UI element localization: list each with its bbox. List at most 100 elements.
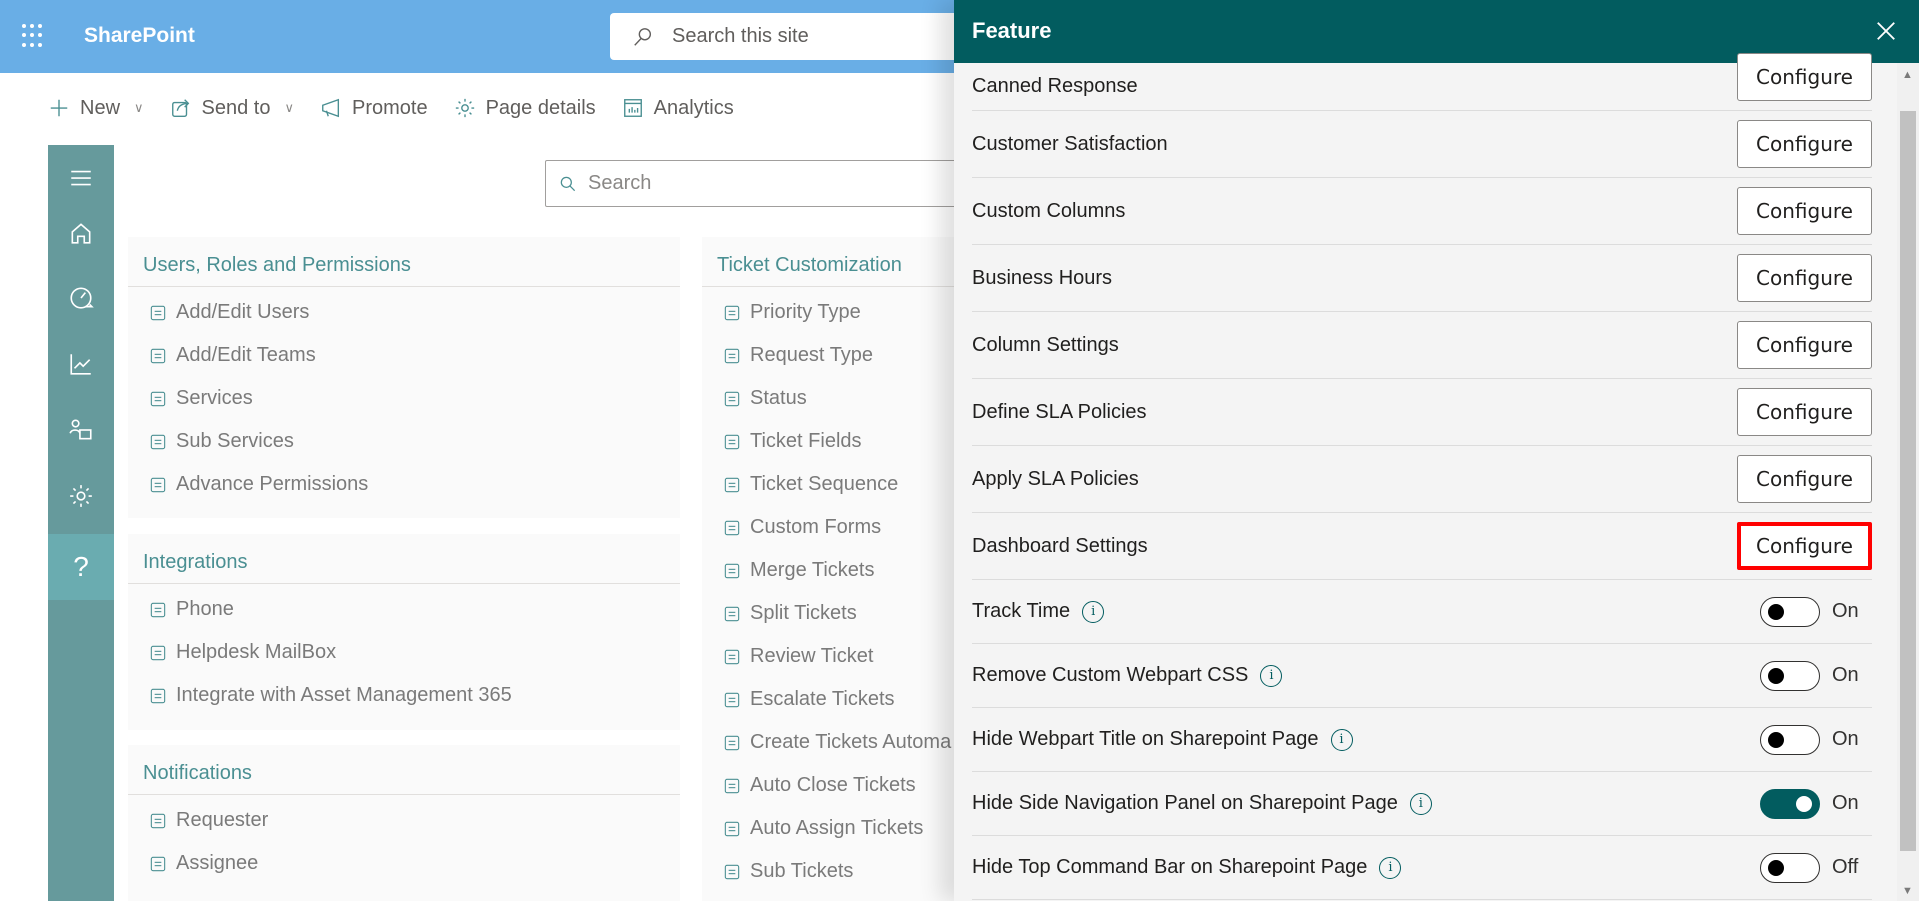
feature-row-custom-columns: Custom Columns Configure	[972, 178, 1872, 245]
item-icon	[150, 813, 166, 828]
menu-item-advance-permissions[interactable]: Advance Permissions	[148, 463, 680, 506]
toggle-knob	[1796, 795, 1812, 812]
menu-item-label: Split Tickets	[750, 602, 857, 624]
section-title: Notifications	[128, 745, 680, 795]
menu-item-priority-type[interactable]: Priority Type	[722, 291, 962, 334]
rail-dashboard[interactable]	[48, 265, 114, 331]
menu-item-phone[interactable]: Phone	[148, 588, 680, 631]
toggle-state-label: On	[1832, 792, 1859, 814]
feature-panel: Feature Canned Response Configure Customer…	[954, 0, 1919, 901]
toggle-switch[interactable]	[1760, 852, 1820, 883]
menu-item-integrate-with-asset-management-365[interactable]: Integrate with Asset Management 365	[148, 674, 680, 717]
feature-label: Business Hours	[972, 266, 1113, 289]
toggle-knob	[1768, 859, 1784, 876]
section-title: Users, Roles and Permissions	[128, 237, 680, 287]
menu-item-merge-tickets[interactable]: Merge Tickets	[722, 549, 962, 592]
menu-item-status[interactable]: Status	[722, 377, 962, 420]
menu-item-sub-tickets[interactable]: Sub Tickets	[722, 850, 962, 893]
rail-settings[interactable]	[48, 463, 114, 529]
menu-item-sub-services[interactable]: Sub Services	[148, 420, 680, 463]
info-icon[interactable]: i	[1409, 792, 1432, 815]
gear-icon	[455, 98, 474, 118]
item-icon	[150, 391, 166, 406]
toggle-switch[interactable]	[1760, 724, 1820, 755]
rail-users[interactable]	[48, 397, 114, 463]
toggle-switch[interactable]	[1760, 660, 1820, 691]
menu-item-label: Ticket Sequence	[750, 473, 899, 495]
menu-item-auto-close-tickets[interactable]: Auto Close Tickets	[722, 764, 962, 807]
menu-item-requester[interactable]: Requester	[148, 799, 680, 842]
page-details-label: Page details	[485, 96, 596, 119]
feature-label: Hide Top Command Bar on Sharepoint Page	[972, 856, 1368, 878]
menu-item-assignee[interactable]: Assignee	[148, 842, 680, 885]
menu-item-add-edit-teams[interactable]: Add/Edit Teams	[148, 334, 680, 377]
info-icon[interactable]: i	[1379, 856, 1402, 879]
menu-item-escalate-tickets[interactable]: Escalate Tickets	[722, 678, 962, 721]
rail-reports[interactable]	[48, 331, 114, 397]
promote-label: Promote	[352, 96, 428, 119]
configure-button[interactable]: Configure	[1737, 120, 1872, 168]
home-icon	[71, 223, 91, 244]
configure-button[interactable]: Configure	[1737, 254, 1872, 302]
feature-row-remove-custom-webpart-css: Remove Custom Webpart CSS i On	[972, 644, 1872, 708]
menu-item-label: Add/Edit Users	[176, 301, 310, 323]
menu-item-ticket-fields[interactable]: Ticket Fields	[722, 420, 962, 463]
toggle-switch[interactable]	[1760, 596, 1820, 627]
feature-row-dashboard-settings: Dashboard Settings Configure	[972, 513, 1872, 580]
info-icon[interactable]: i	[1330, 728, 1353, 751]
section-title: Ticket Customization	[702, 237, 962, 287]
item-icon	[150, 348, 166, 363]
item-icon	[724, 434, 740, 449]
configure-button[interactable]: Configure	[1737, 321, 1872, 369]
menu-item-label: Merge Tickets	[750, 559, 875, 581]
send-to-button[interactable]: Send to ∨	[170, 97, 294, 120]
item-icon	[150, 477, 166, 492]
menu-item-custom-forms[interactable]: Custom Forms	[722, 506, 962, 549]
feature-label: Canned Response	[972, 75, 1138, 97]
scroll-thumb[interactable]	[1900, 111, 1916, 851]
item-icon	[724, 778, 740, 793]
scroll-up-icon[interactable]: ▲	[1902, 69, 1913, 81]
rail-home[interactable]	[48, 200, 114, 266]
scroll-down-icon[interactable]: ▼	[1902, 885, 1913, 897]
item-icon	[150, 688, 166, 703]
configure-button[interactable]: Configure	[1737, 522, 1872, 570]
panel-scrollbar[interactable]: ▲ ▼	[1897, 63, 1919, 901]
toggle-knob	[1768, 603, 1784, 620]
page-details-button[interactable]: Page details	[454, 97, 596, 120]
menu-item-create-tickets-automa[interactable]: Create Tickets Automa	[722, 721, 962, 764]
info-icon[interactable]: i	[1260, 664, 1283, 687]
configure-button[interactable]: Configure	[1737, 187, 1872, 235]
settings-search-input[interactable]: Search	[545, 160, 965, 207]
menu-item-ticket-sequence[interactable]: Ticket Sequence	[722, 463, 962, 506]
new-button[interactable]: New ∨	[48, 97, 144, 120]
configure-button[interactable]: Configure	[1737, 388, 1872, 436]
feature-label: Column Settings	[972, 333, 1119, 356]
site-search-placeholder: Search this site	[672, 25, 809, 47]
analytics-button[interactable]: Analytics	[622, 97, 734, 120]
help-icon: ?	[73, 551, 89, 582]
info-icon[interactable]: i	[1082, 600, 1105, 623]
menu-item-label: Add/Edit Teams	[176, 344, 316, 366]
menu-item-services[interactable]: Services	[148, 377, 680, 420]
configure-button[interactable]: Configure	[1737, 455, 1872, 503]
item-icon	[150, 602, 166, 617]
menu-item-review-ticket[interactable]: Review Ticket	[722, 635, 962, 678]
hamburger-icon	[71, 170, 91, 186]
feature-list: Canned Response Configure Customer Satisfa…	[972, 52, 1872, 900]
close-icon[interactable]	[1875, 20, 1897, 42]
app-launcher-icon[interactable]	[22, 24, 46, 48]
promote-button[interactable]: Promote	[320, 97, 428, 120]
rail-help[interactable]: ?	[48, 534, 114, 600]
brand-name[interactable]: SharePoint	[84, 24, 195, 48]
left-nav-rail: ?	[48, 145, 114, 901]
toggle-switch[interactable]	[1760, 788, 1820, 819]
menu-item-helpdesk-mailbox[interactable]: Helpdesk MailBox	[148, 631, 680, 674]
menu-item-add-edit-users[interactable]: Add/Edit Users	[148, 291, 680, 334]
toggle-state-label: On	[1832, 728, 1859, 750]
menu-item-auto-assign-tickets[interactable]: Auto Assign Tickets	[722, 807, 962, 850]
feature-row-hide-side-navigation-panel-on-sharepoint-page: Hide Side Navigation Panel on Sharepoint…	[972, 772, 1872, 836]
menu-item-split-tickets[interactable]: Split Tickets	[722, 592, 962, 635]
configure-button[interactable]: Configure	[1737, 52, 1872, 101]
menu-item-request-type[interactable]: Request Type	[722, 334, 962, 377]
